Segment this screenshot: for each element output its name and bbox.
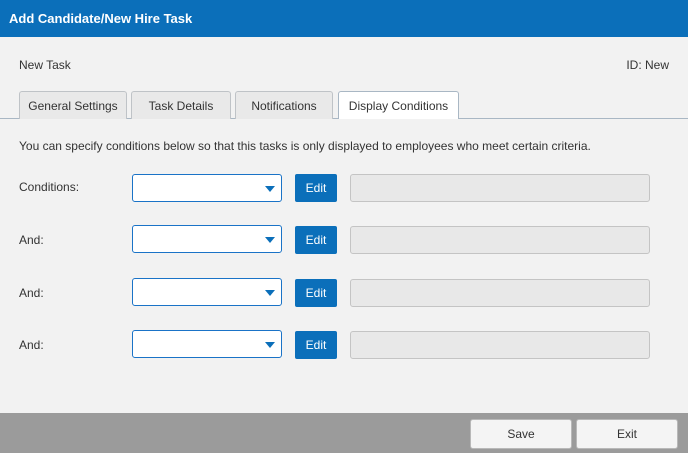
and-label: And: bbox=[19, 338, 44, 352]
and-label: And: bbox=[19, 233, 44, 247]
tab-general-settings[interactable]: General Settings bbox=[19, 91, 127, 119]
task-name: New Task bbox=[19, 58, 71, 72]
dialog-footer: Save Exit bbox=[0, 413, 688, 453]
condition-select-2[interactable] bbox=[132, 225, 282, 253]
edit-condition-button-3[interactable]: Edit bbox=[295, 279, 337, 307]
tab-label: General Settings bbox=[28, 98, 118, 113]
tab-bar: General Settings Task Details Notificati… bbox=[0, 91, 688, 120]
task-id: ID: New bbox=[626, 58, 669, 72]
caret-down-icon bbox=[265, 342, 275, 348]
caret-down-icon bbox=[265, 186, 275, 192]
and-label: And: bbox=[19, 286, 44, 300]
edit-condition-button-1[interactable]: Edit bbox=[295, 174, 337, 202]
save-button[interactable]: Save bbox=[470, 419, 572, 449]
exit-button[interactable]: Exit bbox=[576, 419, 678, 449]
instructions-text: You can specify conditions below so that… bbox=[19, 139, 591, 153]
caret-down-icon bbox=[265, 290, 275, 296]
edit-condition-button-2[interactable]: Edit bbox=[295, 226, 337, 254]
condition-select-3[interactable] bbox=[132, 278, 282, 306]
tab-label: Notifications bbox=[251, 98, 317, 113]
caret-down-icon bbox=[265, 237, 275, 243]
condition-display-field-2 bbox=[350, 226, 650, 254]
dialog-title: Add Candidate/New Hire Task bbox=[0, 0, 688, 37]
tab-label: Display Conditions bbox=[348, 99, 449, 113]
conditions-label: Conditions: bbox=[19, 180, 80, 194]
tab-task-details[interactable]: Task Details bbox=[131, 91, 231, 119]
condition-display-field-4 bbox=[350, 331, 650, 359]
tab-display-conditions[interactable]: Display Conditions bbox=[338, 91, 459, 120]
edit-condition-button-4[interactable]: Edit bbox=[295, 331, 337, 359]
display-conditions-panel: You can specify conditions below so that… bbox=[0, 119, 688, 413]
condition-select-4[interactable] bbox=[132, 330, 282, 358]
condition-select-1[interactable] bbox=[132, 174, 282, 202]
condition-display-field-1 bbox=[350, 174, 650, 202]
tab-notifications[interactable]: Notifications bbox=[235, 91, 333, 119]
condition-display-field-3 bbox=[350, 279, 650, 307]
tab-label: Task Details bbox=[148, 98, 214, 113]
